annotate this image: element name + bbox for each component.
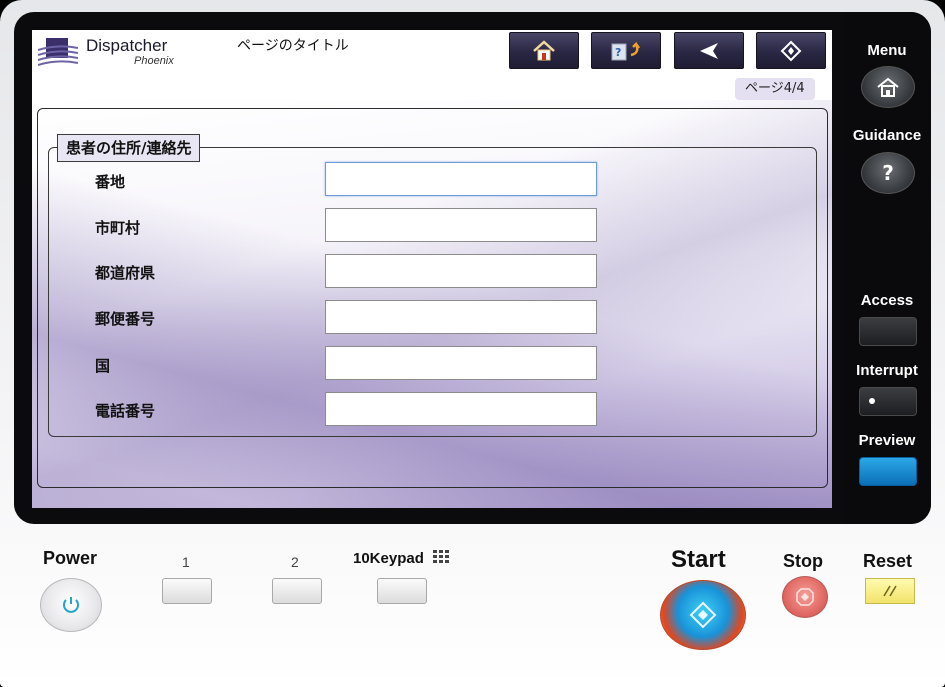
- start-screen-button[interactable]: [756, 32, 826, 69]
- field-label-country: 国: [95, 357, 111, 375]
- street-input[interactable]: [325, 162, 597, 196]
- field-label-prefecture: 都道府県: [95, 264, 156, 282]
- home-outline-icon: [877, 77, 899, 97]
- page-title: ページのタイトル: [237, 38, 349, 54]
- stop-icon: [796, 588, 814, 606]
- interrupt-indicator-icon: [869, 398, 875, 404]
- menu-label: Menu: [867, 42, 907, 59]
- logo-name: Dispatcher: [86, 36, 168, 55]
- guidance-button[interactable]: ?: [861, 152, 915, 194]
- back-button[interactable]: [674, 32, 744, 69]
- logo-mark-icon: [38, 38, 78, 66]
- keypad-grid-icon: [433, 550, 449, 563]
- side-panel: Menu Guidance ? Access Interrupt Preview: [843, 12, 931, 524]
- address-contact-section: 患者の住所/連絡先 番地 市町村 都道府県 郵便番号 国 電話番号: [48, 134, 817, 437]
- reset-button[interactable]: [865, 578, 915, 604]
- preview-label: Preview: [858, 432, 916, 449]
- question-icon: ?: [882, 161, 894, 185]
- device-body: Dispatcher Phoenix ページのタイトル ? ページ4/4 患者の…: [0, 0, 945, 687]
- prefecture-input[interactable]: [325, 254, 597, 288]
- power-button[interactable]: [40, 578, 102, 632]
- power-label: Power: [43, 548, 98, 568]
- section-title: 患者の住所/連絡先: [57, 134, 201, 162]
- reset-label: Reset: [863, 551, 913, 571]
- hardware-control-panel: Power 1 2 10Keypad Start Stop Reset: [0, 536, 945, 687]
- stop-label: Stop: [783, 551, 823, 571]
- access-button[interactable]: [859, 317, 917, 346]
- page-indicator: ページ4/4: [735, 78, 815, 100]
- country-input[interactable]: [325, 346, 597, 380]
- access-label: Access: [860, 292, 914, 309]
- start-label: Start: [671, 546, 726, 573]
- postal-code-input[interactable]: [325, 300, 597, 334]
- preview-button[interactable]: [859, 457, 917, 486]
- field-label-city: 市町村: [95, 219, 141, 237]
- city-input[interactable]: [325, 208, 597, 242]
- home-icon: [533, 39, 555, 60]
- key-2-label: 2: [291, 554, 299, 570]
- guidance-label: Guidance: [852, 127, 922, 144]
- field-label-street: 番地: [95, 173, 126, 191]
- interrupt-button[interactable]: [859, 387, 917, 416]
- reset-slash-icon: [883, 585, 897, 597]
- keypad-button[interactable]: [377, 578, 427, 604]
- start-diamond-icon: [689, 601, 717, 629]
- keypad-label: 10Keypad: [353, 550, 424, 567]
- home-button[interactable]: [509, 32, 579, 69]
- help-return-icon: ?: [611, 41, 640, 60]
- key-1-button[interactable]: [162, 578, 212, 604]
- field-label-phone: 電話番号: [95, 402, 156, 420]
- key-2-button[interactable]: [272, 578, 322, 604]
- start-diamond-icon: [780, 40, 802, 61]
- key-1-label: 1: [182, 554, 190, 570]
- power-icon: [63, 597, 79, 613]
- svg-text:?: ?: [615, 46, 621, 59]
- logo-subtitle: Phoenix: [134, 55, 174, 67]
- field-label-postal-code: 郵便番号: [95, 310, 156, 328]
- back-arrow-icon: [700, 42, 718, 59]
- touch-screen: Dispatcher Phoenix ページのタイトル ? ページ4/4 患者の…: [32, 30, 832, 508]
- stop-button[interactable]: [782, 576, 828, 618]
- menu-button[interactable]: [861, 66, 915, 108]
- form-panel: 患者の住所/連絡先 番地 市町村 都道府県 郵便番号 国 電話番号: [37, 108, 828, 488]
- help-button[interactable]: ?: [591, 32, 661, 69]
- phone-input[interactable]: [325, 392, 597, 426]
- start-button[interactable]: [660, 580, 746, 650]
- interrupt-label: Interrupt: [856, 362, 918, 379]
